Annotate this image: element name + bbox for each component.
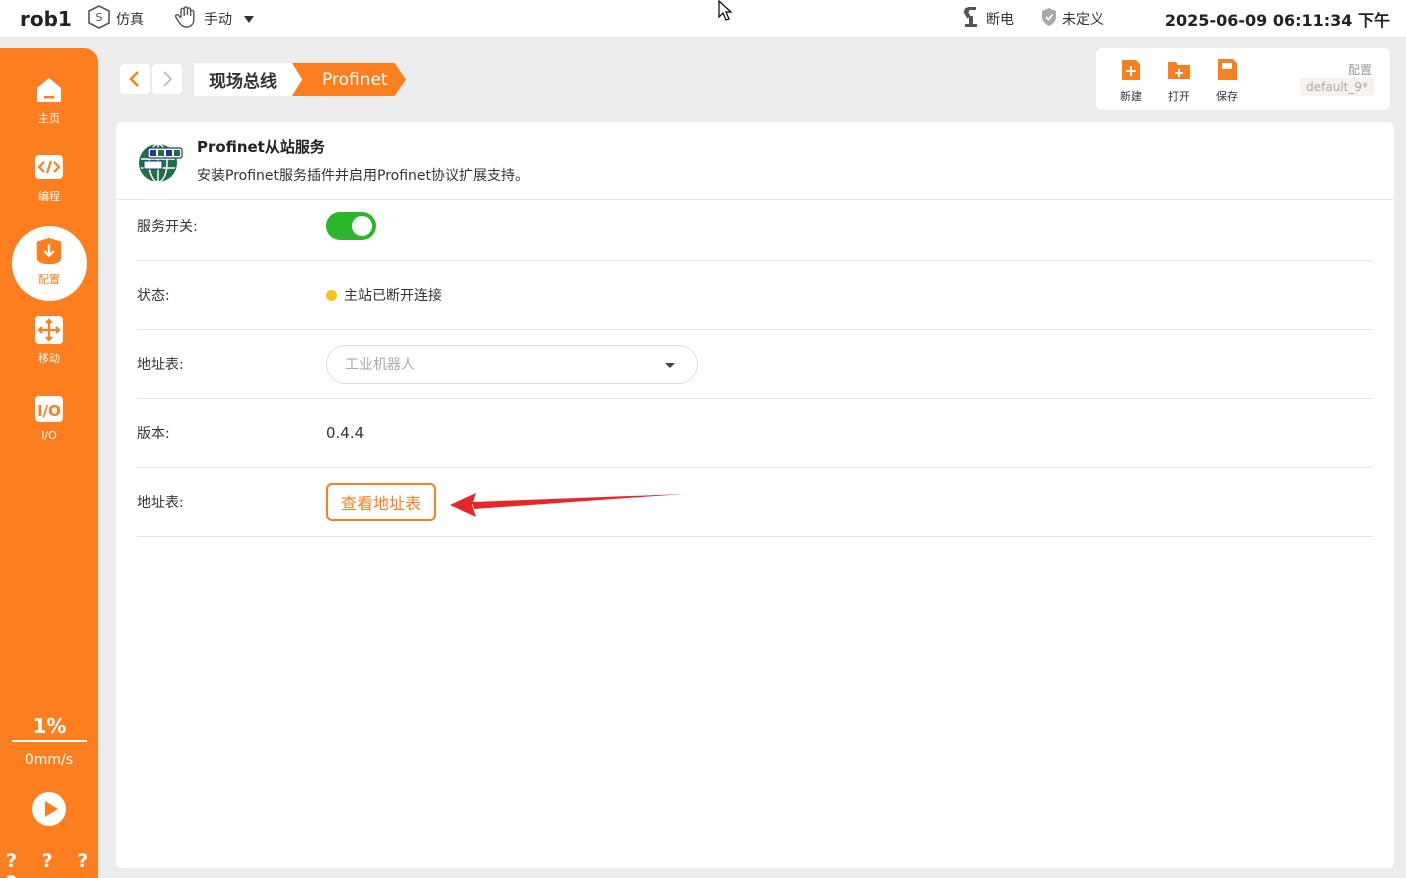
forward-button[interactable] bbox=[152, 64, 182, 94]
view-address-table-button[interactable]: 查看地址表 bbox=[326, 483, 437, 521]
svg-text:I/O: I/O bbox=[37, 402, 61, 420]
move-icon bbox=[33, 314, 65, 346]
play-icon bbox=[44, 801, 58, 817]
address-table-select-row: 地址表: 工业机器人 bbox=[137, 330, 1372, 399]
sim-mode-label: 仿真 bbox=[116, 12, 144, 28]
shield-icon bbox=[1040, 7, 1058, 31]
power-status-label: 断电 bbox=[986, 12, 1014, 28]
config-icon bbox=[33, 235, 65, 267]
breadcrumb-fieldbus[interactable]: 现场总线 bbox=[194, 63, 306, 96]
view-address-table-row: 地址表: 查看地址表 bbox=[137, 468, 1372, 537]
status-value: 主站已断开连接 bbox=[326, 261, 442, 329]
robot-name[interactable]: rob1 bbox=[20, 0, 72, 38]
new-file-icon bbox=[1122, 60, 1140, 80]
speed-value: 0mm/s bbox=[24, 752, 74, 768]
sidebar-item-move[interactable]: 移动 bbox=[0, 314, 98, 384]
config-toolbar: 新建 打开 保存 配置 default_9* bbox=[1096, 48, 1390, 110]
sim-mode-button[interactable]: S 仿真 bbox=[86, 0, 144, 38]
manual-mode-label: 手动 bbox=[204, 12, 232, 28]
sidebar-item-program[interactable]: 编程 bbox=[0, 152, 98, 222]
top-bar: rob1 S 仿真 手动 断电 未定义 2025-06-09 06:11:34 … bbox=[0, 0, 1406, 38]
open-config-button[interactable]: 打开 bbox=[1161, 56, 1197, 104]
new-config-button[interactable]: 新建 bbox=[1113, 56, 1149, 104]
folder-icon bbox=[1168, 62, 1190, 79]
safety-status-label: 未定义 bbox=[1062, 12, 1104, 28]
status-dot-icon bbox=[326, 289, 337, 301]
play-button[interactable] bbox=[32, 792, 66, 826]
code-icon bbox=[33, 152, 65, 184]
save-config-button[interactable]: 保存 bbox=[1209, 56, 1245, 104]
sidebar-item-config[interactable]: 配置 bbox=[0, 235, 98, 305]
service-switch-value bbox=[326, 192, 376, 260]
profinet-logo-icon bbox=[139, 143, 183, 183]
service-switch-label: 服务开关: bbox=[137, 219, 198, 235]
manual-mode-dropdown[interactable]: 手动 bbox=[174, 0, 254, 38]
open-config-label: 打开 bbox=[1168, 90, 1190, 103]
sidebar-item-label: 配置 bbox=[38, 273, 60, 286]
chevron-left-icon bbox=[129, 71, 139, 87]
power-status[interactable]: 断电 bbox=[962, 0, 1014, 38]
sidebar-item-io[interactable]: I/O I/O bbox=[0, 393, 98, 463]
status-row: 状态: 主站已断开连接 bbox=[137, 261, 1372, 330]
version-value: 0.4.4 bbox=[326, 424, 365, 442]
io-icon: I/O bbox=[33, 393, 65, 425]
config-name[interactable]: default_9* bbox=[1300, 78, 1374, 96]
mouse-cursor-icon bbox=[718, 0, 733, 21]
view-address-table-label: 地址表: bbox=[137, 495, 184, 511]
chevron-down-icon bbox=[244, 15, 254, 23]
status-text: 主站已断开连接 bbox=[344, 288, 442, 304]
toggle-knob bbox=[352, 216, 372, 236]
sidebar-item-label: I/O bbox=[41, 429, 57, 442]
chevron-right-icon bbox=[163, 71, 173, 87]
sidebar: 主页 编程 配置 移动 I/O I/O 1% 0mm/s ? ? ? ? bbox=[0, 48, 98, 878]
speed-percent[interactable]: 1% bbox=[12, 714, 87, 742]
address-table-select[interactable]: 工业机器人 bbox=[326, 344, 698, 384]
version-label: 版本: bbox=[137, 426, 170, 442]
save-config-label: 保存 bbox=[1216, 90, 1238, 103]
caret-down-icon bbox=[665, 362, 675, 368]
service-description: 安装Profinet服务插件并启用Profinet协议扩展支持。 bbox=[197, 168, 530, 184]
sidebar-item-home[interactable]: 主页 bbox=[0, 74, 98, 144]
address-table-label: 地址表: bbox=[137, 357, 184, 373]
config-label: 配置 bbox=[1347, 63, 1372, 77]
breadcrumb-profinet[interactable]: Profinet bbox=[292, 63, 406, 96]
safety-status[interactable]: 未定义 bbox=[1040, 0, 1104, 38]
service-toggle[interactable] bbox=[326, 212, 376, 240]
home-icon bbox=[33, 74, 65, 106]
save-icon bbox=[1218, 59, 1237, 80]
profinet-service-panel: Profinet从站服务 安装Profinet服务插件并启用Profinet协议… bbox=[116, 122, 1394, 868]
view-address-table-value: 查看地址表 bbox=[326, 468, 437, 536]
address-table-selected: 工业机器人 bbox=[345, 357, 415, 373]
status-label: 状态: bbox=[137, 288, 170, 304]
sidebar-item-label: 编程 bbox=[38, 190, 60, 203]
service-header: Profinet从站服务 安装Profinet服务插件并启用Profinet协议… bbox=[116, 122, 1394, 200]
sidebar-item-label: 移动 bbox=[38, 352, 60, 365]
service-title: Profinet从站服务 bbox=[197, 138, 325, 156]
service-switch-row: 服务开关: bbox=[137, 192, 1372, 261]
back-button[interactable] bbox=[120, 64, 150, 94]
robot-arm-icon bbox=[962, 6, 982, 32]
svg-text:S: S bbox=[96, 11, 103, 24]
datetime: 2025-06-09 06:11:34 下午 bbox=[1164, 11, 1390, 30]
annotation-arrow-icon bbox=[450, 493, 684, 517]
simulation-icon: S bbox=[86, 4, 112, 34]
hand-icon bbox=[174, 5, 200, 33]
status-marks: ? ? ? ? bbox=[6, 850, 98, 878]
sidebar-item-label: 主页 bbox=[38, 112, 60, 125]
version-row: 版本: 0.4.4 bbox=[137, 399, 1372, 468]
new-config-label: 新建 bbox=[1120, 90, 1142, 103]
address-table-value: 工业机器人 bbox=[326, 330, 698, 398]
